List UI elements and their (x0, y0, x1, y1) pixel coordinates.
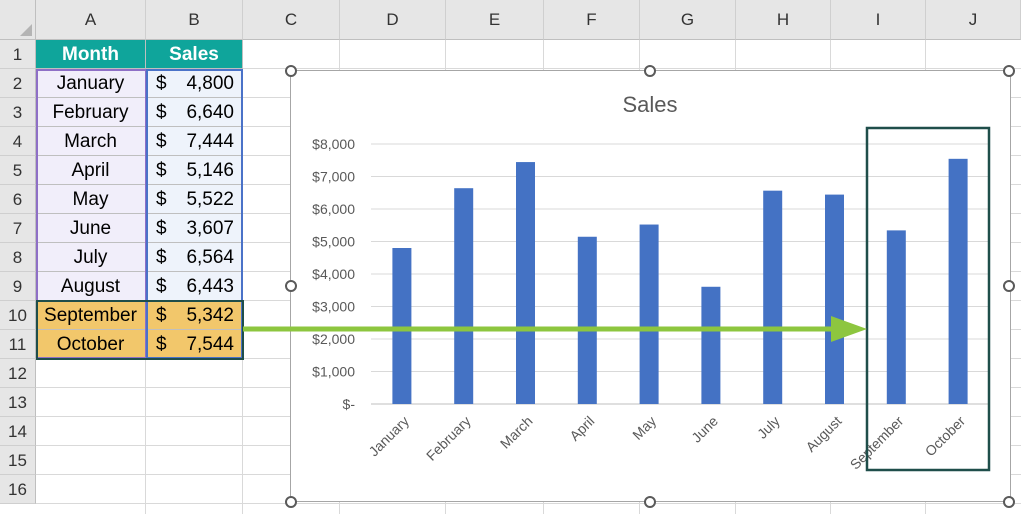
x-tick-label: May (629, 413, 659, 443)
resize-handle[interactable] (1003, 280, 1015, 292)
row-header-9[interactable]: 9 (0, 272, 36, 301)
row-header-4[interactable]: 4 (0, 127, 36, 156)
x-tick-label: January (365, 413, 412, 460)
bar-august (825, 194, 844, 404)
resize-handle[interactable] (285, 280, 297, 292)
row-header-12[interactable]: 12 (0, 359, 36, 388)
resize-handle[interactable] (644, 496, 656, 508)
bar-july (763, 190, 783, 404)
bar-may (639, 224, 659, 404)
select-all-corner[interactable] (0, 0, 36, 40)
resize-handle[interactable] (1003, 496, 1015, 508)
column-header-g[interactable]: G (640, 0, 736, 40)
column-header-e[interactable]: E (446, 0, 544, 40)
x-tick-label: March (497, 413, 536, 452)
bar-october (948, 158, 968, 404)
row-header-10[interactable]: 10 (0, 301, 36, 330)
row-header-6[interactable]: 6 (0, 185, 36, 214)
chart-canvas: Sales $- $1,000 $2,000 $3,000 $4,000 $5,000 $6,… (312, 92, 991, 473)
y-tick-label: $2,000 (312, 331, 355, 347)
highlighted-range-box (36, 300, 244, 360)
y-tick-label: $7,000 (312, 169, 355, 185)
x-tick-label: September (847, 413, 907, 473)
row-header-7[interactable]: 7 (0, 214, 36, 243)
y-tick-label: $8,000 (312, 136, 355, 152)
column-header-a[interactable]: A (36, 0, 146, 40)
row-header-5[interactable]: 5 (0, 156, 36, 185)
table-header-sales[interactable]: Sales (146, 40, 243, 69)
column-header-f[interactable]: F (544, 0, 640, 40)
column-header-b[interactable]: B (146, 0, 243, 40)
column-header-j[interactable]: J (926, 0, 1021, 40)
column-header-i[interactable]: I (831, 0, 926, 40)
resize-handle[interactable] (1003, 65, 1015, 77)
row-header-14[interactable]: 14 (0, 417, 36, 446)
column-header-c[interactable]: C (243, 0, 340, 40)
sales-chart[interactable]: Sales $- $1,000 $2,000 $3,000 $4,000 $5,000 $6,… (290, 70, 1011, 502)
resize-handle[interactable] (285, 496, 297, 508)
x-tick-label: July (754, 413, 783, 442)
x-tick-label: April (566, 413, 597, 444)
column-header-h[interactable]: H (736, 0, 831, 40)
row-header-11[interactable]: 11 (0, 330, 36, 359)
resize-handle[interactable] (644, 65, 656, 77)
table-header-month[interactable]: Month (36, 40, 146, 69)
y-tick-label: $1,000 (312, 364, 355, 380)
column-header-d[interactable]: D (340, 0, 446, 40)
y-tick-label: $6,000 (312, 201, 355, 217)
row-header-16[interactable]: 16 (0, 475, 36, 504)
row-header-2[interactable]: 2 (0, 69, 36, 98)
x-tick-label: June (688, 413, 721, 446)
bar-january (392, 248, 412, 404)
bar-june (701, 286, 721, 404)
bar-september (886, 230, 906, 404)
chart-title: Sales (622, 92, 677, 117)
y-tick-label: $4,000 (312, 266, 355, 282)
y-tick-label: $3,000 (312, 299, 355, 315)
row-header-15[interactable]: 15 (0, 446, 36, 475)
row-header-3[interactable]: 3 (0, 98, 36, 127)
bar-february (454, 188, 474, 404)
focus-rectangle (865, 126, 991, 472)
x-tick-label: February (423, 413, 474, 464)
y-tick-label: $5,000 (312, 234, 355, 250)
resize-handle[interactable] (285, 65, 297, 77)
row-gridline (36, 503, 1021, 504)
x-tick-label: August (802, 413, 844, 455)
x-tick-label: October (922, 413, 969, 460)
bar-march (516, 162, 535, 404)
row-header-1[interactable]: 1 (0, 40, 36, 69)
row-header-8[interactable]: 8 (0, 243, 36, 272)
row-header-13[interactable]: 13 (0, 388, 36, 417)
bar-april (577, 236, 597, 404)
y-tick-label: $- (343, 396, 356, 412)
